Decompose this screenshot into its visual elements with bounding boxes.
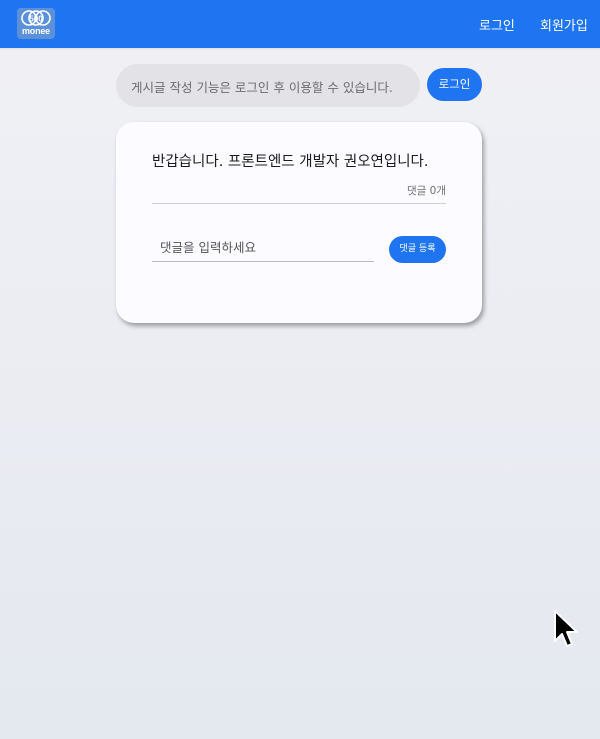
post-card: 반갑습니다. 프론트엔드 개발자 권오연입니다. 댓글 0개 댓글 등록 — [116, 122, 482, 323]
nav-signup-link[interactable]: 회원가입 — [540, 15, 588, 34]
logo-circle-icon: 500 — [21, 10, 51, 26]
notice-text: 게시글 작성 기능은 로그인 후 이용할 수 있습니다. — [131, 80, 393, 95]
comment-count: 댓글 0개 — [407, 185, 446, 197]
top-navbar: 500 monee 로그인 회원가입 — [0, 0, 600, 48]
logo-text: monee — [21, 26, 50, 36]
login-notice: 게시글 작성 기능은 로그인 후 이용할 수 있습니다. 로그인 — [116, 64, 482, 107]
nav-login-link[interactable]: 로그인 — [479, 15, 515, 34]
post-title: 반갑습니다. 프론트엔드 개발자 권오연입니다. — [152, 154, 429, 170]
notice-banner: 게시글 작성 기능은 로그인 후 이용할 수 있습니다. — [116, 64, 420, 107]
mouse-cursor-icon — [554, 610, 578, 647]
notice-login-button[interactable]: 로그인 — [427, 68, 482, 101]
comment-submit-button[interactable]: 댓글 등록 — [389, 236, 446, 263]
brand-logo[interactable]: 500 monee — [17, 8, 55, 39]
logo-mark-text: 500 — [29, 15, 43, 24]
comment-input[interactable] — [152, 234, 374, 262]
divider — [152, 203, 446, 204]
